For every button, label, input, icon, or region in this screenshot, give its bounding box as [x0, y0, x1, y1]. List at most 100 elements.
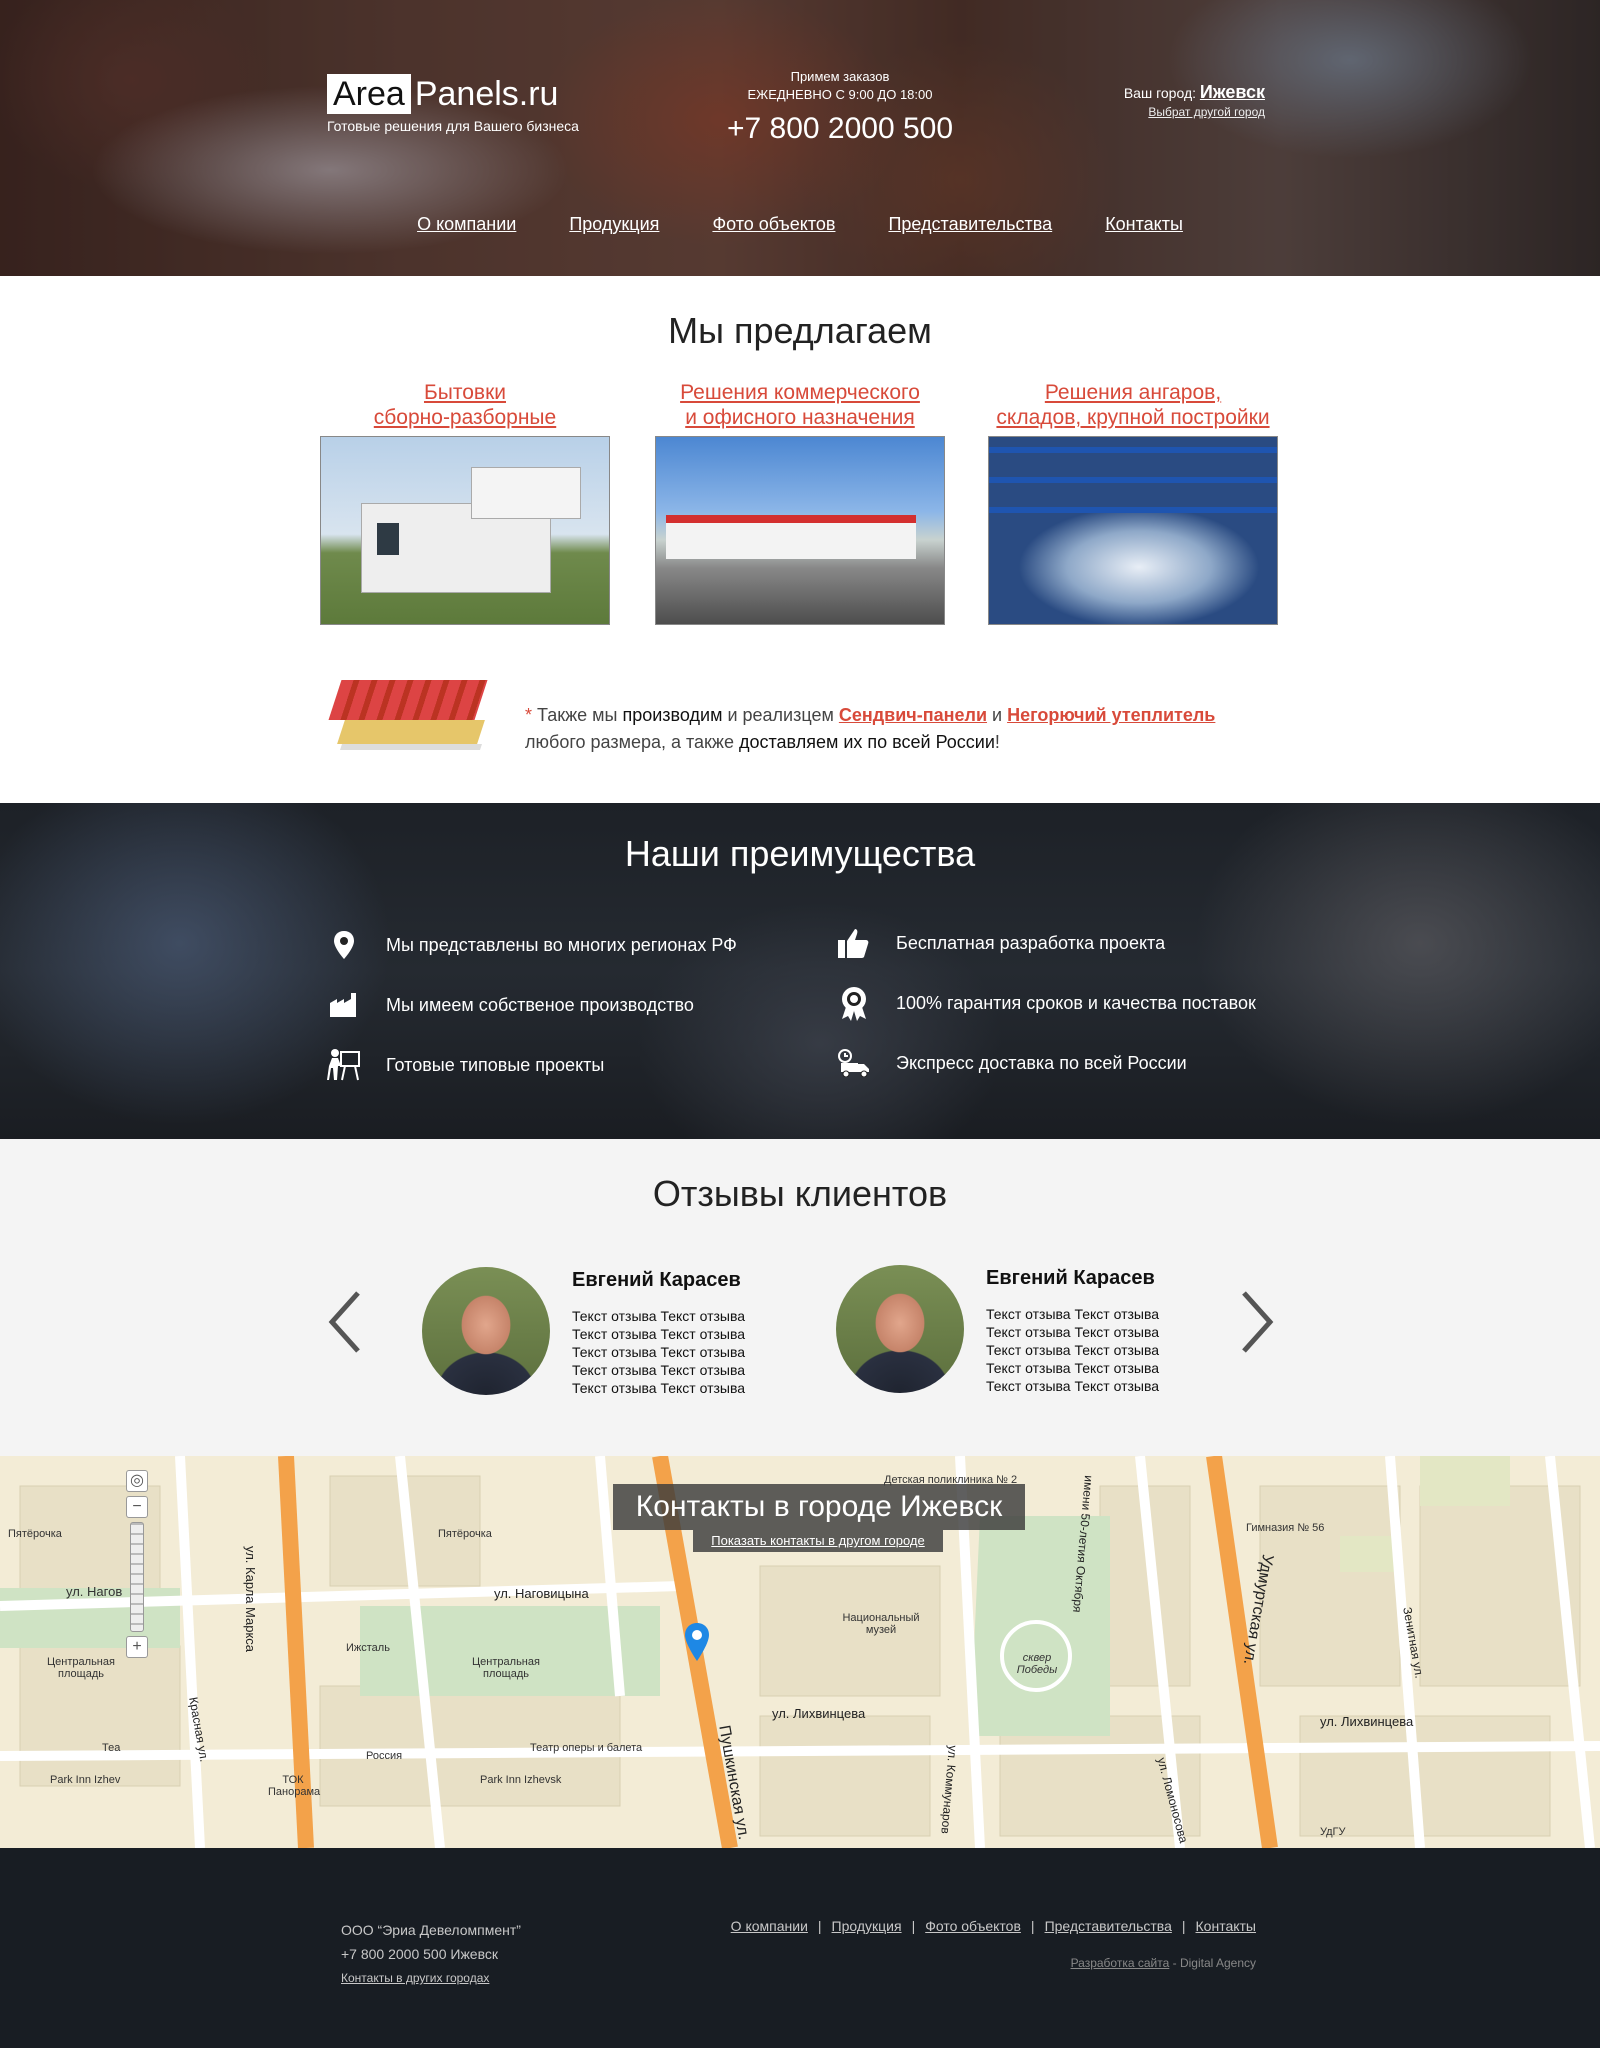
footer-other-cities-link[interactable]: Контакты в других городах: [341, 1966, 521, 1990]
nav-item-about[interactable]: О компании: [417, 214, 516, 234]
prev-arrow-icon[interactable]: [320, 1287, 370, 1357]
place-label: Национальный музей: [842, 1612, 920, 1636]
place-label: Центральная площадь: [472, 1656, 540, 1680]
contacts-map[interactable]: ◎ − + ул. Карла Маркса Пушкинская ул. Уд…: [0, 1456, 1600, 1848]
hours-line-1: Примем заказов: [790, 69, 890, 84]
map-pin-icon: [326, 927, 362, 963]
offer-card-link[interactable]: Решения коммерческого и офисного назначен…: [655, 380, 945, 436]
offer-card-link[interactable]: Решения ангаров, складов, крупной построй…: [988, 380, 1278, 436]
city-label: Ваш город:: [1123, 85, 1196, 101]
footer-contacts: ООО “Эриа Девеломпмент” +7 800 2000 500 …: [341, 1918, 521, 1990]
delivery-truck-icon: [836, 1045, 872, 1081]
main-nav: О компании Продукция Фото объектов Предс…: [0, 214, 1600, 235]
nav-item-products[interactable]: Продукция: [569, 214, 659, 234]
commercial-building-image[interactable]: [655, 436, 945, 625]
developer-link[interactable]: Разработка сайта: [1071, 1956, 1170, 1970]
footer-nav-about[interactable]: О компании: [731, 1918, 808, 1934]
footer-nav-contacts[interactable]: Контакты: [1196, 1918, 1256, 1934]
hangar-image[interactable]: [988, 436, 1278, 625]
hours-line-2: ЕЖЕДНЕВНО С 9:00 ДО 18:00: [747, 87, 933, 102]
map-locate-icon[interactable]: ◎: [126, 1470, 148, 1492]
next-arrow-icon[interactable]: [1232, 1287, 1282, 1357]
zoom-slider[interactable]: [130, 1522, 144, 1632]
reviews-section: Отзывы клиентов Евгений Карасев Текст от…: [0, 1139, 1600, 1456]
presenter-icon: [326, 1047, 362, 1083]
reviewer-avatar: [422, 1267, 550, 1395]
footer-nav-photos[interactable]: Фото объектов: [925, 1918, 1021, 1934]
offer-card-hangars[interactable]: Решения ангаров, складов, крупной построй…: [988, 380, 1278, 625]
street-label: ул. Лихвинцева: [1320, 1714, 1414, 1729]
factory-icon: [326, 987, 362, 1023]
footer-nav-offices[interactable]: Представительства: [1045, 1918, 1172, 1934]
map-title: Контакты в городе Ижевск: [613, 1484, 1025, 1530]
review-card: Евгений Карасев Текст отзыва Текст отзыв…: [836, 1265, 1236, 1395]
offer-title: Мы предлагаем: [668, 310, 932, 351]
offer-note: * Также мы производим и реализцем Сендви…: [525, 705, 1216, 752]
offer-section: Мы предлагаем Бытовки сборно-разборные Ре…: [0, 276, 1600, 803]
place-label: Центральная площадь: [47, 1656, 115, 1680]
sandwich-panels-link[interactable]: Сендвич-панели: [839, 705, 987, 725]
reviewer-name: Евгений Карасев: [986, 1267, 1155, 1289]
offer-card-cabins[interactable]: Бытовки сборно-разборные: [320, 380, 610, 625]
place-label: Park Inn Izhev: [50, 1774, 121, 1786]
street-label: ул. Лихвинцева: [772, 1706, 866, 1721]
logo-box: Area: [327, 74, 411, 114]
advantage-item: Мы имеем собственое производство: [326, 985, 694, 1025]
offer-card-commercial[interactable]: Решения коммерческого и офисного назначен…: [655, 380, 945, 625]
place-label: Теа: [102, 1742, 121, 1754]
place-label: ул. Нагов: [66, 1584, 123, 1599]
cabins-image[interactable]: [320, 436, 610, 625]
review-text: Текст отзыва Текст отзыва Текст отзыва Т…: [986, 1306, 1160, 1394]
nav-item-photos[interactable]: Фото объектов: [712, 214, 835, 234]
place-label: ТОК Панорама: [268, 1774, 321, 1798]
award-icon: [836, 985, 872, 1021]
place-label: Театр оперы и балета: [530, 1742, 643, 1754]
insulation-link[interactable]: Негорючий утеплитель: [1007, 705, 1215, 725]
sandwich-panel-image: [328, 680, 488, 755]
place-label: сквер Победы: [1016, 1652, 1058, 1676]
thumbs-up-icon: [836, 925, 872, 961]
logo[interactable]: Area Panels.ru Готовые решения для Вашего…: [327, 74, 579, 134]
place-label: Пятёрочка: [8, 1528, 62, 1540]
header-hero: Area Panels.ru Готовые решения для Вашего…: [0, 0, 1600, 276]
advantage-item: 100% гарантия сроков и качества поставок: [836, 983, 1256, 1023]
place-label: Park Inn Izhevsk: [480, 1774, 562, 1786]
logo-text: Panels.ru: [414, 75, 559, 113]
offer-card-link[interactable]: Бытовки сборно-разборные: [320, 380, 610, 436]
reviews-title: Отзывы клиентов: [652, 1173, 948, 1214]
nav-item-offices[interactable]: Представительства: [888, 214, 1052, 234]
change-city-link[interactable]: Выбрат другой город: [1060, 105, 1265, 119]
footer-phone: +7 800 2000 500 Ижевск: [341, 1946, 499, 1962]
place-label: Ижсталь: [346, 1642, 390, 1654]
logo-tagline: Готовые решения для Вашего бизнеса: [327, 118, 579, 134]
other-city-contacts-link[interactable]: Показать контакты в другом городе: [693, 1530, 943, 1552]
place-label: Пятёрочка: [438, 1528, 492, 1540]
footer-nav: О компании | Продукция | Фото объектов | Предс…: [730, 1918, 1256, 1934]
advantages-section: Наши преимущества Мы представлены во мно…: [0, 803, 1600, 1139]
street-label: ул. Карла Маркса: [243, 1546, 258, 1653]
zoom-in-icon[interactable]: +: [126, 1636, 148, 1658]
nav-item-contacts[interactable]: Контакты: [1105, 214, 1183, 234]
city-selector: Ваш город: Ижевск Выбрат другой город: [1060, 82, 1265, 119]
footer: ООО “Эриа Девеломпмент” +7 800 2000 500 …: [0, 1848, 1600, 2048]
zoom-out-icon[interactable]: −: [126, 1496, 148, 1518]
work-hours: Примем заказов ЕЖЕДНЕВНО С 9:00 ДО 18:00: [700, 68, 980, 104]
header-phone[interactable]: +7 800 2000 500: [700, 112, 980, 146]
review-card: Евгений Карасев Текст отзыва Текст отзыв…: [422, 1267, 822, 1397]
developer-agency: Digital Agency: [1179, 1956, 1256, 1970]
reviewer-avatar: [836, 1265, 964, 1393]
city-name-link[interactable]: Ижевск: [1200, 82, 1265, 102]
reviewer-name: Евгений Карасев: [572, 1269, 741, 1291]
advantages-title: Наши преимущества: [624, 833, 976, 874]
footer-company: ООО “Эриа Девеломпмент”: [341, 1922, 521, 1938]
advantage-item: Бесплатная разработка проекта: [836, 923, 1165, 963]
map-zoom-control: ◎ − +: [126, 1470, 150, 1670]
advantage-item: Готовые типовые проекты: [326, 1045, 604, 1085]
advantage-item: Мы представлены во многих регионах РФ: [326, 925, 737, 965]
review-text: Текст отзыва Текст отзыва Текст отзыва Т…: [572, 1308, 746, 1396]
footer-nav-products[interactable]: Продукция: [832, 1918, 902, 1934]
advantage-item: Экспресс доставка по всей России: [836, 1043, 1187, 1083]
place-label: Россия: [366, 1750, 403, 1762]
street-label: ул. Наговицына: [494, 1586, 589, 1601]
place-label: Гимназия № 56: [1246, 1522, 1325, 1534]
